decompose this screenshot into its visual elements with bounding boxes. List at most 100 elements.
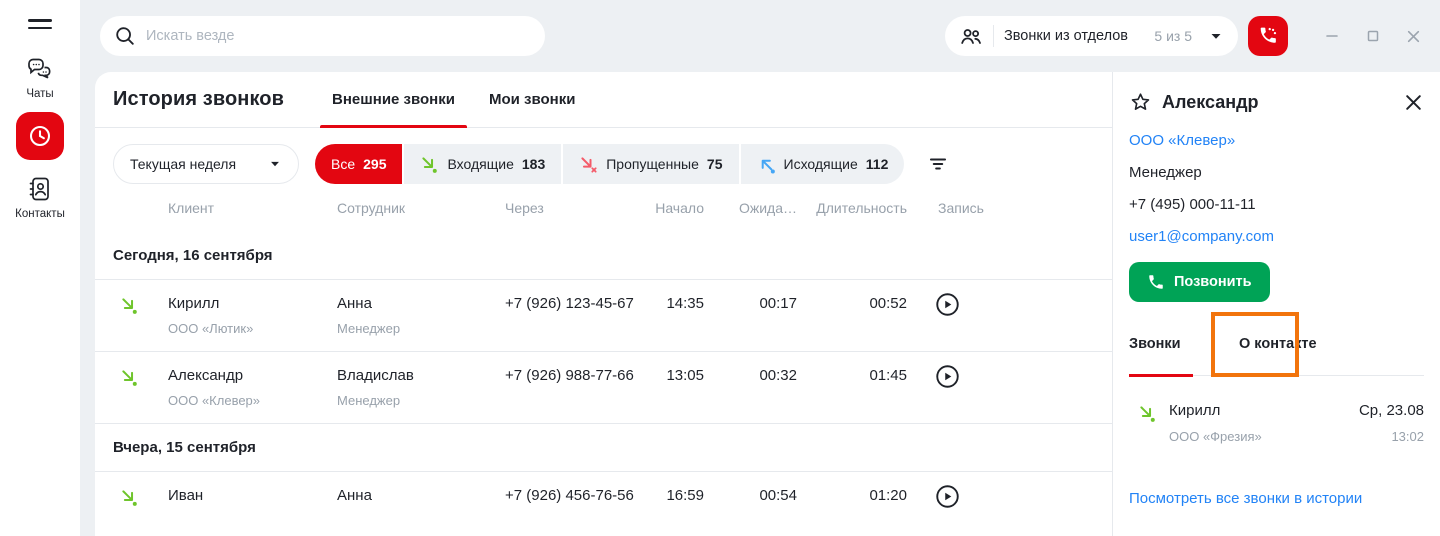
employee-name: Анна xyxy=(337,295,505,312)
contact-company-link[interactable]: ООО «Клевер» xyxy=(1129,132,1235,149)
start-time: 14:35 xyxy=(647,295,704,312)
column-header: Через xyxy=(505,200,647,216)
play-record-button[interactable] xyxy=(934,483,961,510)
call-history-card: История звонков Внешние звонки Мои звонк… xyxy=(95,72,1112,536)
favorite-star-icon[interactable] xyxy=(1129,91,1152,114)
client-name: Кирилл xyxy=(168,295,337,312)
client-name: Иван xyxy=(168,487,337,504)
window-close-button[interactable] xyxy=(1403,26,1423,46)
active-tab-underline xyxy=(320,125,467,128)
tab-label: О контакте xyxy=(1239,336,1317,352)
contact-phone: +7 (495) 000-11-11 xyxy=(1129,196,1256,213)
caller-company: ООО «Фрезия» xyxy=(1169,429,1359,444)
filter-missed[interactable]: Пропущенные 75 xyxy=(563,144,738,184)
period-select[interactable]: Текущая неделя xyxy=(113,144,299,184)
filter-count: 183 xyxy=(522,156,545,172)
sidebar-item-chats[interactable]: Чаты xyxy=(0,54,80,100)
contact-panel-tabs: Звонки О контакте xyxy=(1129,312,1424,376)
departments-dropdown[interactable]: Звонки из отделов 5 из 5 xyxy=(945,16,1238,56)
outgoing-call-icon xyxy=(757,155,776,174)
via-number: +7 (926) 988-77-66 xyxy=(505,367,647,384)
date-section-header: Вчера, 15 сентября xyxy=(95,424,1112,472)
call-row[interactable]: Кирилл ООО «Лютик» Анна Менеджер +7 (926… xyxy=(95,280,1112,352)
employee-name: Анна xyxy=(337,487,505,504)
client-company: ООО «Лютик» xyxy=(168,321,337,336)
play-record-button[interactable] xyxy=(934,291,961,318)
departments-label: Звонки из отделов xyxy=(1004,28,1144,44)
departments-count: 5 из 5 xyxy=(1154,28,1192,44)
call-history-header: История звонков Внешние звонки Мои звонк… xyxy=(95,72,1112,128)
sidebar-item-label: Чаты xyxy=(26,88,53,100)
via-number: +7 (926) 456-76-56 xyxy=(505,487,647,504)
chats-icon xyxy=(25,54,55,84)
tab-my-calls[interactable]: Мои звонки xyxy=(477,72,587,127)
window-minimize-button[interactable] xyxy=(1322,26,1342,46)
via-number: +7 (926) 123-45-67 xyxy=(505,295,647,312)
duration: 01:20 xyxy=(797,487,907,504)
history-tabs: Внешние звонки Мои звонки xyxy=(320,72,597,127)
call-table-body: Сегодня, 16 сентября Кирилл ООО «Лютик» … xyxy=(95,232,1112,536)
call-type-filters: Все 295 Входящие 183 Пропущенные 75 Исхо… xyxy=(315,144,904,184)
divider xyxy=(993,25,994,47)
contact-email-link[interactable]: user1@company.com xyxy=(1129,228,1274,245)
tab-contact-calls[interactable]: Звонки xyxy=(1129,312,1193,375)
wait-time: 00:32 xyxy=(704,367,797,384)
global-search[interactable] xyxy=(100,16,545,56)
call-row[interactable]: Иван Анна +7 (926) 456-76-56 16:59 00:54… xyxy=(95,472,1112,536)
sidebar-item-label: Контакты xyxy=(15,208,65,220)
call-time: 13:02 xyxy=(1359,429,1424,444)
column-header: Ожида… xyxy=(704,200,797,216)
contact-panel: Александр ООО «Клевер» Менеджер +7 (495)… xyxy=(1112,72,1440,536)
call-button-label: Позвонить xyxy=(1174,274,1252,290)
sidebar: Чаты Контакты xyxy=(0,0,80,536)
menu-icon[interactable] xyxy=(28,15,52,33)
filter-outgoing[interactable]: Исходящие 112 xyxy=(741,144,905,184)
filter-all[interactable]: Все 295 xyxy=(315,144,402,184)
period-select-value: Текущая неделя xyxy=(130,156,236,172)
filter-count: 112 xyxy=(866,156,889,172)
tab-label: Внешние звонки xyxy=(332,91,455,108)
call-app-icon[interactable] xyxy=(1248,16,1288,56)
filter-incoming[interactable]: Входящие 183 xyxy=(404,144,561,184)
call-row[interactable]: Александр ООО «Клевер» Владислав Менедже… xyxy=(95,352,1112,424)
search-input[interactable] xyxy=(146,28,531,44)
column-header: Клиент xyxy=(168,200,337,216)
client-name: Александр xyxy=(168,367,337,384)
table-header: КлиентСотрудникЧерезНачалоОжида…Длительн… xyxy=(95,184,1112,232)
filter-label: Исходящие xyxy=(784,156,858,172)
tab-external-calls[interactable]: Внешние звонки xyxy=(320,72,467,127)
filter-label: Входящие xyxy=(447,156,513,172)
play-record-icon xyxy=(934,483,961,510)
phone-icon xyxy=(1147,273,1165,291)
close-icon[interactable] xyxy=(1403,92,1424,113)
tab-about-contact[interactable]: О контакте xyxy=(1229,312,1327,375)
missed-call-icon xyxy=(579,155,598,174)
play-record-icon xyxy=(934,291,961,318)
contacts-icon xyxy=(25,174,55,204)
sidebar-item-contacts[interactable]: Контакты xyxy=(0,174,80,220)
filter-count: 295 xyxy=(363,156,386,172)
view-all-calls-link[interactable]: Посмотреть все звонки в истории xyxy=(1129,490,1362,507)
chevron-down-icon xyxy=(1208,28,1224,44)
sidebar-item-history-active[interactable] xyxy=(0,112,80,160)
start-time: 16:59 xyxy=(647,487,704,504)
tab-label: Мои звонки xyxy=(489,91,575,108)
filter-label: Все xyxy=(331,156,355,172)
employee-role: Менеджер xyxy=(337,393,505,408)
start-time: 13:05 xyxy=(647,367,704,384)
wait-time: 00:54 xyxy=(704,487,797,504)
caller-name: Кирилл xyxy=(1169,402,1359,419)
column-header: Сотрудник xyxy=(337,200,505,216)
window-maximize-button[interactable] xyxy=(1363,26,1383,46)
wait-time: 00:17 xyxy=(704,295,797,312)
incoming-call-icon xyxy=(1138,404,1157,423)
page-title: История звонков xyxy=(113,88,284,111)
search-icon xyxy=(114,25,136,47)
play-record-button[interactable] xyxy=(934,363,961,390)
filter-icon[interactable] xyxy=(926,152,950,176)
contact-call-item[interactable]: Кирилл ООО «Фрезия» Ср, 23.08 13:02 xyxy=(1129,402,1424,444)
incoming-call-icon xyxy=(420,155,439,174)
call-button[interactable]: Позвонить xyxy=(1129,262,1270,302)
filter-label: Пропущенные xyxy=(606,156,699,172)
filter-count: 75 xyxy=(707,156,723,172)
